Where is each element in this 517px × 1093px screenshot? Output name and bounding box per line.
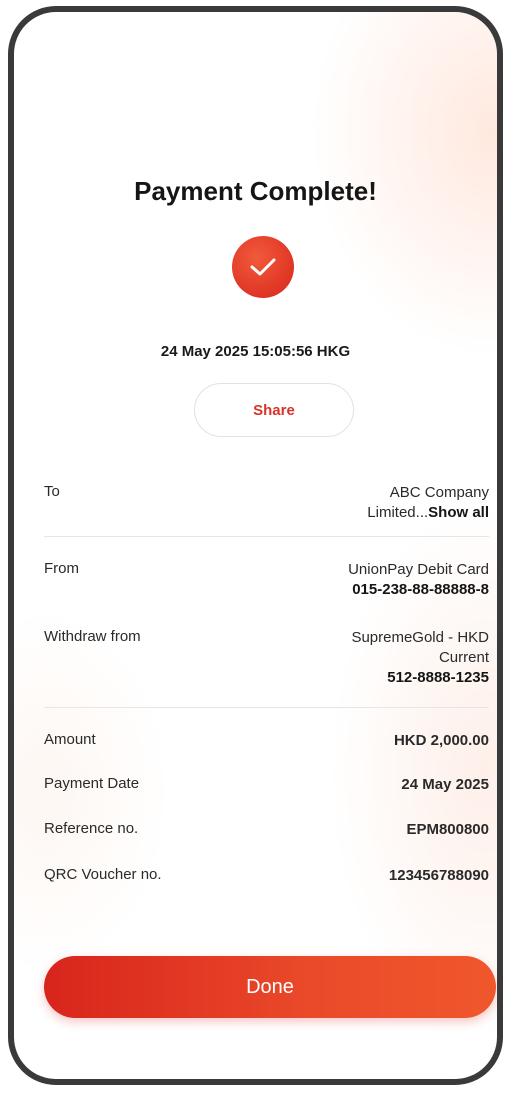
withdraw-label: Withdraw from [44,628,141,645]
amount-value: HKD 2,000.00 [393,732,489,749]
reference-label: Reference no. [44,820,139,837]
from-account-number: 015-238-88-88888-8 [352,581,489,598]
reference-value: EPM800800 [406,821,489,838]
page-title: Payment Complete! [134,176,377,206]
to-value-line2: Limited...Show all [367,503,489,523]
withdraw-value-line2: Current [438,649,489,666]
amount-label: Amount [44,731,96,748]
to-value-line1: ABC Company [389,484,489,501]
voucher-label: QRC Voucher no. [44,866,162,883]
background-glow [14,12,497,1079]
done-button[interactable]: Done [44,956,496,1018]
divider [44,707,489,708]
voucher-value: 123456788090 [388,867,489,884]
show-all-link[interactable]: Show all [428,504,489,521]
payment-date-label: Payment Date [44,775,140,792]
share-button[interactable]: Share [194,383,354,437]
checkmark-icon [250,258,276,276]
to-value: ABC Company Limited...Show all [367,483,489,523]
withdraw-account-number: 512-8888-1235 [387,669,489,686]
from-label: From [44,560,79,577]
payment-timestamp: 24 May 2025 15:05:56 HKG [160,343,351,360]
withdraw-value: SupremeGold - HKD Current 512-8888-1235 [351,628,489,688]
from-value: UnionPay Debit Card 015-238-88-88888-8 [348,560,489,600]
to-label: To [44,483,60,500]
from-value-line1: UnionPay Debit Card [348,561,489,578]
phone-frame: Payment Complete! 24 May 2025 15:05:56 H… [8,6,503,1085]
divider [44,536,489,537]
to-value-truncated: Limited... [367,504,429,521]
success-badge [232,236,294,298]
payment-date-value: 24 May 2025 [401,776,489,793]
withdraw-value-line1: SupremeGold - HKD [351,629,489,646]
